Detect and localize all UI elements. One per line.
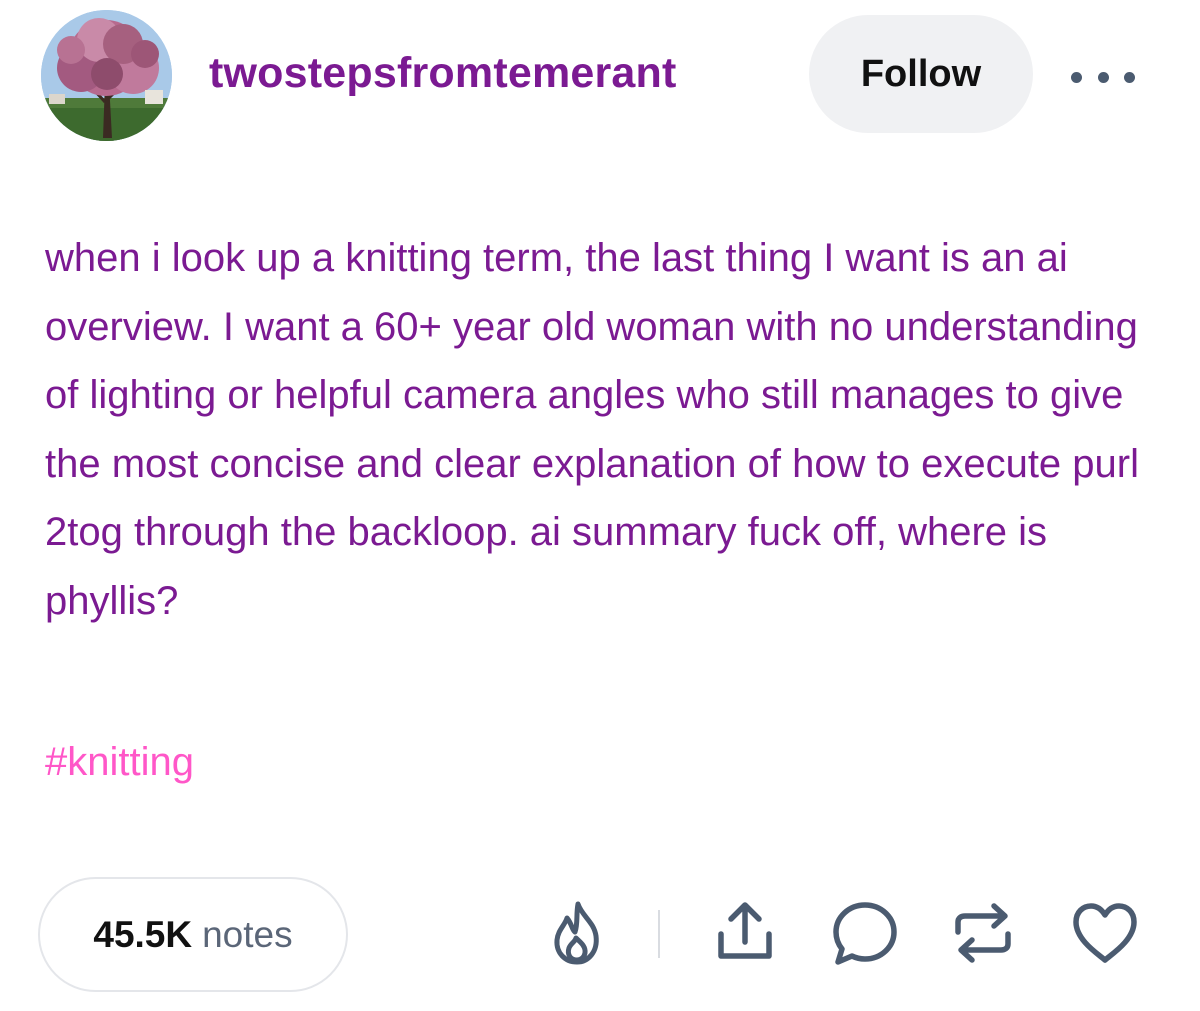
notes-count: 45.5K: [93, 913, 193, 955]
notes-label: notes: [202, 913, 293, 955]
actions-divider: [658, 910, 660, 958]
like-icon[interactable]: [1070, 900, 1140, 966]
more-options-icon[interactable]: [1071, 66, 1135, 88]
tag-link[interactable]: #knitting: [45, 740, 194, 785]
notes-button[interactable]: 45.5K notes: [38, 877, 348, 992]
post-body-text: when i look up a knitting term, the last…: [45, 236, 1139, 623]
tumblr-post: twostepsfromtemerant Follow when i look …: [0, 0, 1200, 1011]
blaze-icon[interactable]: [548, 898, 608, 968]
post-author-username[interactable]: twostepsfromtemerant: [209, 49, 677, 98]
more-dot: [1124, 71, 1135, 83]
more-dot: [1097, 71, 1109, 83]
post-header: twostepsfromtemerant Follow: [41, 10, 1161, 141]
share-icon[interactable]: [712, 898, 778, 964]
blossom-tree-image: [41, 10, 172, 141]
avatar[interactable]: [41, 10, 172, 141]
more-dot: [1071, 71, 1082, 83]
reblog-icon[interactable]: [950, 900, 1016, 966]
reply-icon[interactable]: [830, 898, 900, 968]
follow-button[interactable]: Follow: [809, 15, 1033, 133]
